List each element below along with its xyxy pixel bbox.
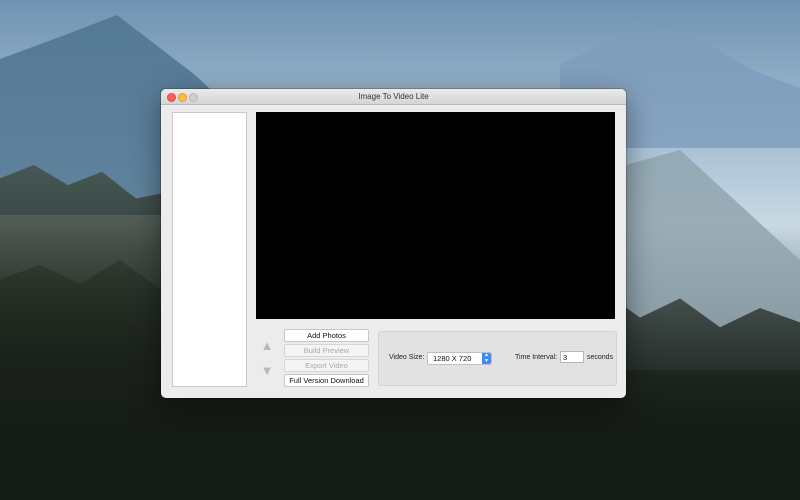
move-down-icon[interactable]: ▼ <box>258 362 276 380</box>
video-size-label: Video Size: <box>389 354 425 361</box>
app-window: Image To Video Lite ▲ ▼ Add Photos Build… <box>161 89 626 398</box>
minimize-button[interactable] <box>178 93 187 102</box>
time-interval-input[interactable]: 3 <box>560 351 584 363</box>
time-interval-label: Time Interval: <box>515 354 558 361</box>
photo-list[interactable] <box>172 112 247 387</box>
settings-panel: Video Size: 1280 X 720 ▲ ▼ Time Interval:… <box>378 331 617 386</box>
seconds-label: seconds <box>587 354 614 361</box>
add-photos-button[interactable]: Add Photos <box>284 329 369 342</box>
chevron-updown-icon: ▲ ▼ <box>482 352 491 364</box>
full-version-download-button[interactable]: Full Version Download <box>284 374 369 387</box>
title-bar[interactable]: Image To Video Lite <box>161 89 626 105</box>
build-preview-button[interactable]: Build Preview <box>284 344 369 357</box>
video-size-select[interactable]: 1280 X 720 ▲ ▼ <box>427 352 492 365</box>
window-title: Image To Video Lite <box>358 92 429 101</box>
export-video-button[interactable]: Export Video <box>284 359 369 372</box>
move-up-icon[interactable]: ▲ <box>258 337 276 355</box>
close-button[interactable] <box>167 93 176 102</box>
zoom-button[interactable] <box>189 93 198 102</box>
video-preview <box>256 112 615 319</box>
video-size-value: 1280 X 720 <box>433 354 472 363</box>
